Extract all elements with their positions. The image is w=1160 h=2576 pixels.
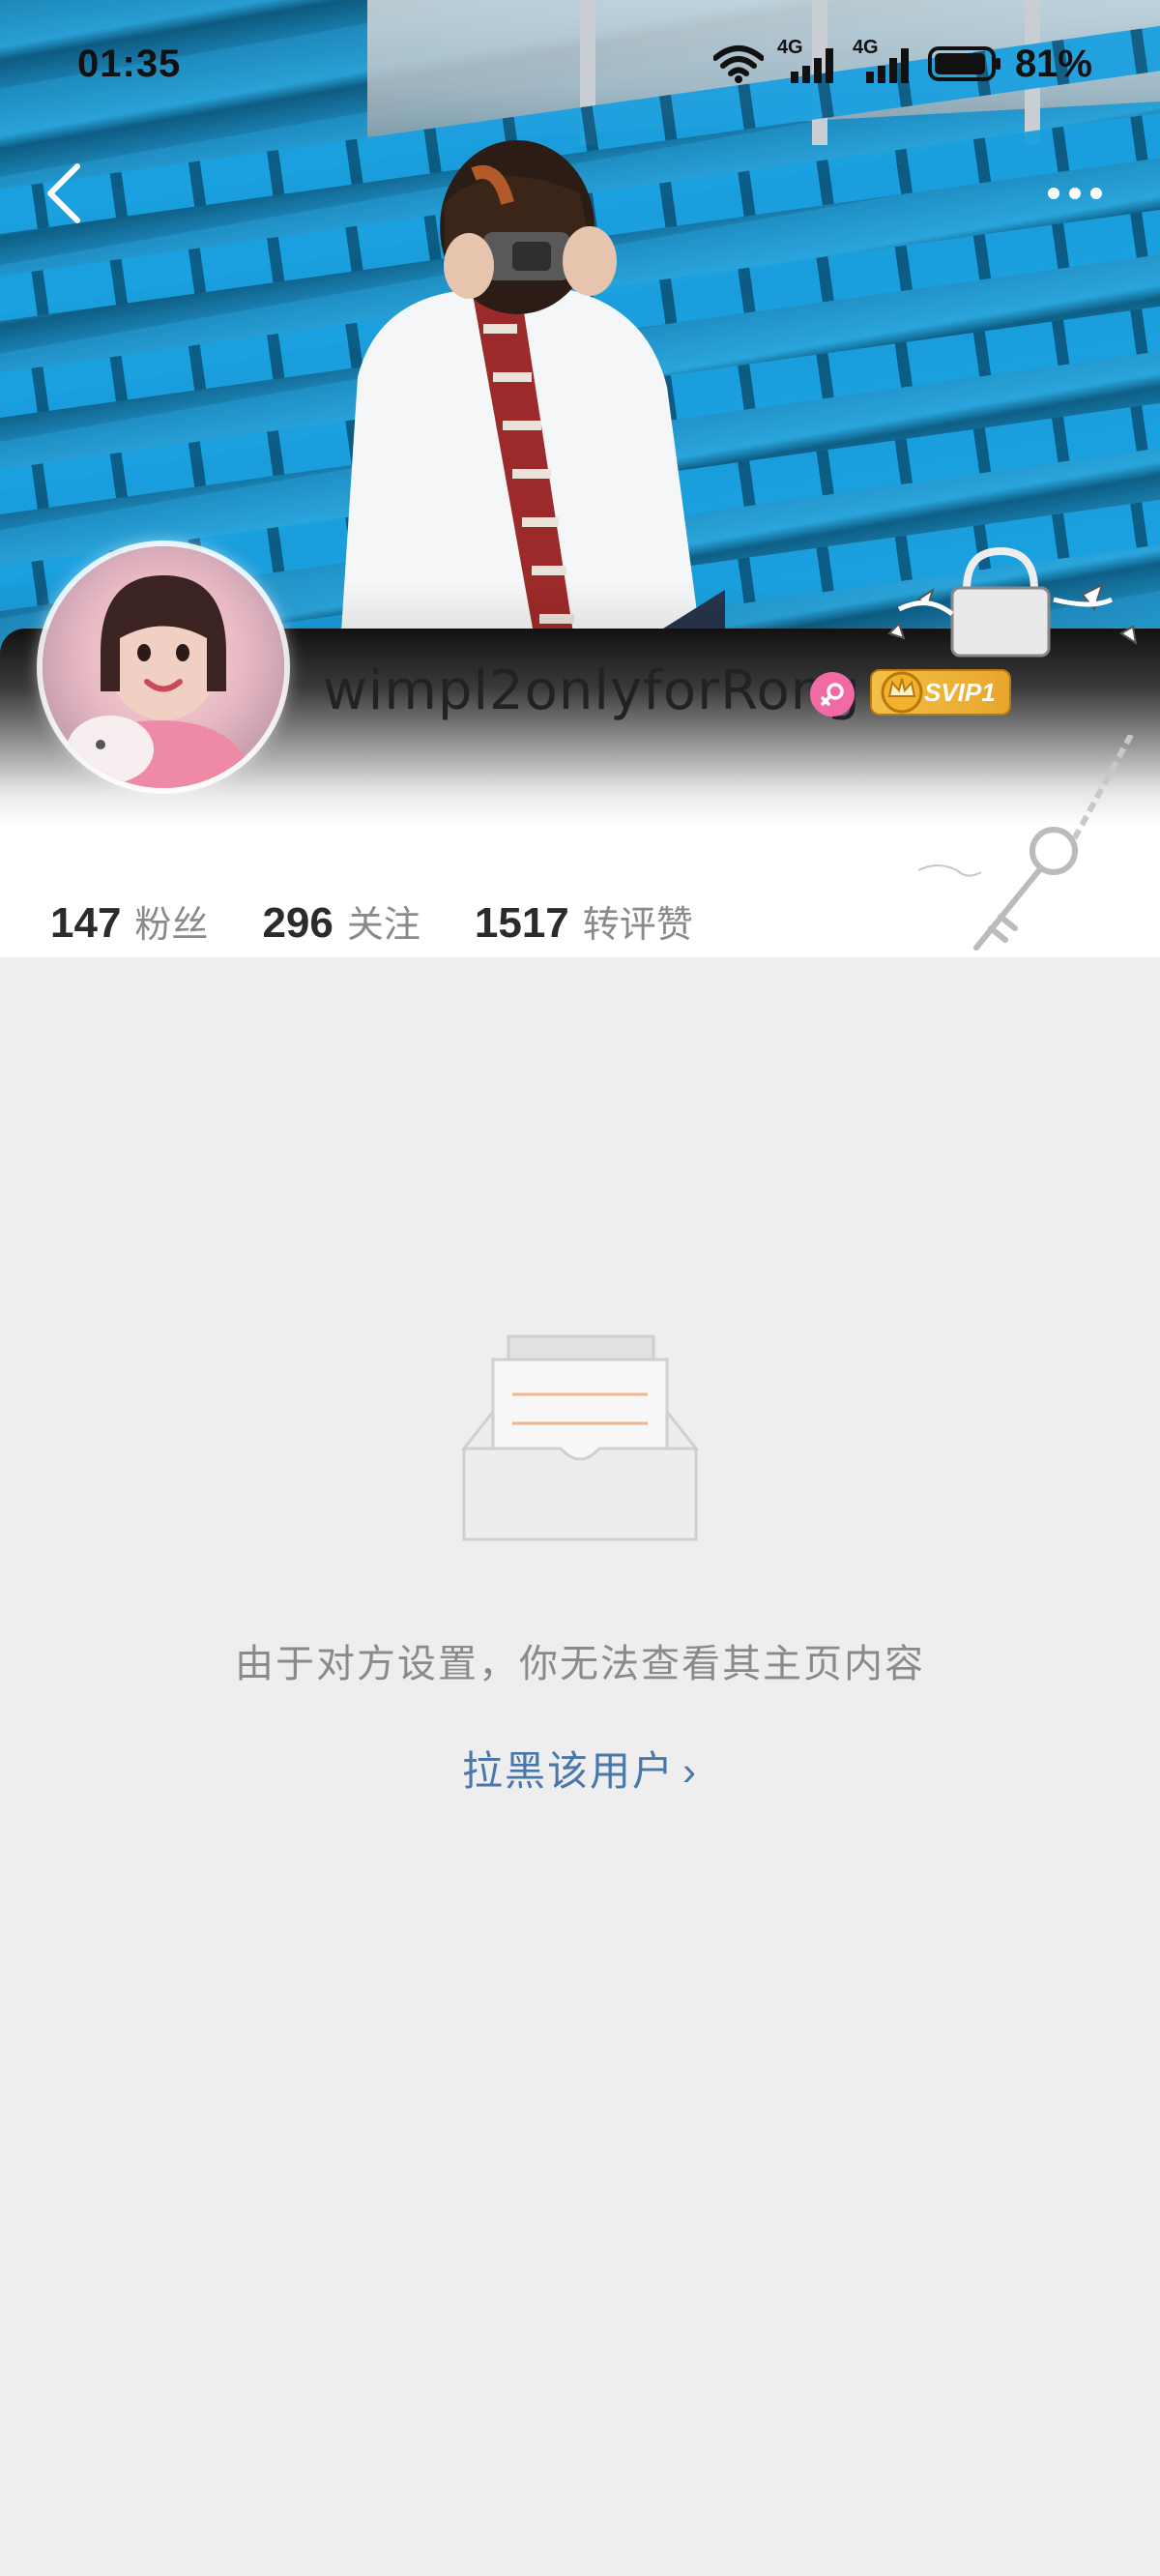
empty-state-message: 由于对方设置，你无法查看其主页内容 xyxy=(235,1643,925,1685)
crown-icon xyxy=(881,671,923,714)
stat-value: 1517 xyxy=(474,899,569,947)
stat-label: 转评赞 xyxy=(582,905,693,946)
empty-inbox-icon xyxy=(460,1334,700,1541)
lock-decoration-icon xyxy=(887,546,1138,658)
cellular-signal-1: 4G xyxy=(777,37,839,85)
stat-value: 147 xyxy=(50,899,122,947)
more-horizontal-icon xyxy=(1048,188,1102,199)
username: wimpl2onlyforRong xyxy=(323,659,861,722)
block-user-label: 拉黑该用户 xyxy=(461,1748,675,1794)
battery-percentage: 81% xyxy=(1014,42,1092,85)
vip-label: SVIP1 xyxy=(924,677,996,707)
stat-interactions[interactable]: 1517 转评赞 xyxy=(475,894,693,948)
chevron-left-icon xyxy=(47,163,80,223)
block-user-link[interactable]: 拉黑该用户 › xyxy=(0,1739,1160,1798)
profile-page: 01:35 4G 4G 81% wimpl2onlyforRong SVIP1 … xyxy=(0,0,1160,2576)
cellular-signal-2: 4G xyxy=(853,37,914,85)
battery-icon xyxy=(927,46,1000,81)
stat-label: 关注 xyxy=(346,905,420,946)
profile-stats: 147 粉丝 296 关注 1517 转评赞 xyxy=(50,894,747,952)
status-time: 01:35 xyxy=(77,43,182,85)
network-type-label: 4G xyxy=(852,37,879,58)
network-type-label: 4G xyxy=(776,37,803,58)
stat-followers[interactable]: 147 粉丝 xyxy=(50,894,208,948)
back-button[interactable] xyxy=(35,155,93,232)
key-decoration-icon xyxy=(917,735,1134,951)
gender-badge xyxy=(810,672,855,717)
female-icon xyxy=(821,683,844,706)
vip-badge[interactable]: SVIP1 xyxy=(870,669,1011,716)
status-icons: 4G 4G 81% xyxy=(712,37,1092,85)
stat-following[interactable]: 296 关注 xyxy=(262,894,420,948)
stat-label: 粉丝 xyxy=(134,905,209,946)
chevron-right-icon: › xyxy=(682,1748,698,1794)
status-bar: 01:35 4G 4G 81% xyxy=(0,0,1160,116)
avatar-photo xyxy=(67,575,255,788)
wifi-icon xyxy=(712,45,764,83)
avatar[interactable] xyxy=(43,546,284,788)
more-button[interactable] xyxy=(1036,164,1114,222)
stat-value: 296 xyxy=(262,899,334,947)
